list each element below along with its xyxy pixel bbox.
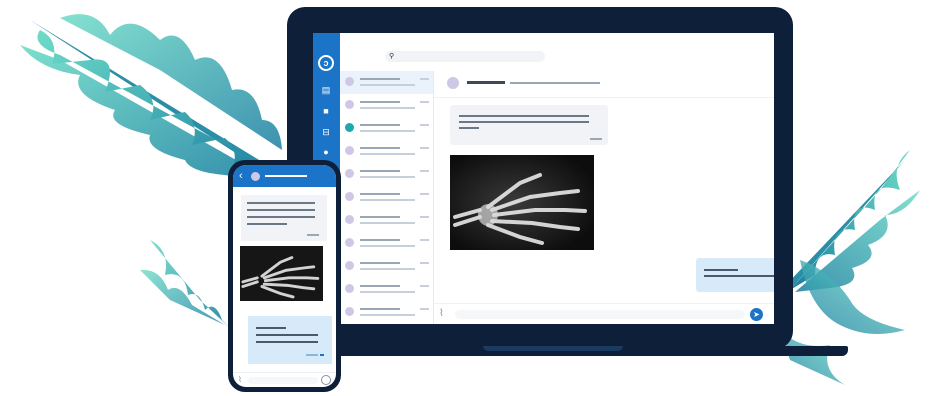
laptop-screen: ↄ ▤ ■ ⊟ ● ⚲ ⌇ ➤ [313, 33, 774, 324]
contact-avatar [345, 100, 354, 109]
send-icon[interactable]: ➤ [750, 308, 763, 321]
name-placeholder [360, 262, 400, 264]
time-placeholder [420, 78, 429, 80]
message-input[interactable] [248, 377, 318, 384]
back-chevron-icon[interactable]: ‹ [239, 169, 243, 183]
name-placeholder [360, 308, 400, 310]
preview-placeholder [360, 199, 415, 201]
time-placeholder [420, 239, 429, 241]
conversation-item[interactable] [340, 163, 433, 186]
conversation-item[interactable] [340, 301, 433, 324]
logo-icon[interactable]: ↄ [318, 55, 334, 71]
emoji-icon[interactable] [321, 375, 331, 385]
contact-avatar[interactable] [251, 172, 260, 181]
contact-avatar [345, 192, 354, 201]
xray-image[interactable] [240, 246, 323, 301]
laptop-notch [483, 346, 623, 351]
name-placeholder [360, 193, 400, 195]
preview-placeholder [360, 107, 415, 109]
preview-placeholder [360, 176, 415, 178]
contact-avatar [345, 123, 354, 132]
contact-name-placeholder [265, 175, 307, 177]
hand-xray-graphic [240, 246, 323, 301]
conversation-item[interactable] [340, 140, 433, 163]
conversation-list [340, 71, 434, 324]
contact-status-placeholder [510, 82, 600, 84]
time-placeholder [420, 170, 429, 172]
outgoing-message [696, 258, 774, 292]
message-input[interactable] [455, 310, 745, 319]
hand-xray-graphic [450, 155, 594, 250]
contact-name-placeholder [467, 81, 505, 84]
phone-header: ‹ [233, 165, 336, 187]
paperclip-icon[interactable]: ⌇ [439, 307, 444, 321]
name-placeholder [360, 239, 400, 241]
inbox-icon[interactable]: ⊟ [321, 127, 331, 137]
phone-screen: ‹ ⌇ [233, 165, 336, 387]
paperclip-icon[interactable]: ⌇ [238, 374, 242, 386]
time-placeholder [420, 124, 429, 126]
top-bar: ⚲ [340, 33, 774, 71]
bell-icon[interactable]: ● [321, 147, 331, 157]
conversation-item[interactable] [340, 255, 433, 278]
contact-avatar [345, 284, 354, 293]
name-placeholder [360, 124, 400, 126]
preview-placeholder [360, 153, 415, 155]
name-placeholder [360, 170, 400, 172]
name-placeholder [360, 78, 400, 80]
document-icon[interactable]: ▤ [321, 85, 331, 95]
time-placeholder [420, 101, 429, 103]
contact-avatar [345, 307, 354, 316]
conversation-item[interactable] [340, 209, 433, 232]
conversation-item[interactable] [340, 117, 433, 140]
contact-avatar [345, 146, 354, 155]
conversation-item[interactable] [340, 232, 433, 255]
name-placeholder [360, 101, 400, 103]
contact-avatar [345, 238, 354, 247]
conversation-item[interactable] [340, 186, 433, 209]
contact-avatar [345, 169, 354, 178]
contact-avatar [345, 215, 354, 224]
xray-image[interactable] [450, 155, 594, 250]
preview-placeholder [360, 314, 415, 316]
conversation-item[interactable] [340, 278, 433, 301]
time-placeholder [420, 285, 429, 287]
message-composer: ⌇ [233, 372, 336, 387]
outgoing-message [248, 316, 332, 364]
divider [434, 97, 774, 98]
preview-placeholder [360, 222, 415, 224]
time-placeholder [420, 193, 429, 195]
time-placeholder [420, 308, 429, 310]
contact-avatar [345, 261, 354, 270]
time-placeholder [420, 262, 429, 264]
incoming-message [241, 195, 327, 241]
conversation-item[interactable] [340, 94, 433, 117]
name-placeholder [360, 147, 400, 149]
message-composer: ⌇ ➤ [434, 303, 774, 324]
name-placeholder [360, 285, 400, 287]
preview-placeholder [360, 291, 415, 293]
name-placeholder [360, 216, 400, 218]
preview-placeholder [360, 84, 415, 86]
incoming-message [450, 105, 608, 145]
left-lower-leaf [140, 240, 230, 328]
contact-avatar [345, 77, 354, 86]
contact-avatar[interactable] [447, 77, 459, 89]
video-icon[interactable]: ■ [321, 106, 331, 116]
preview-placeholder [360, 245, 415, 247]
chat-panel: ⌇ ➤ [434, 71, 774, 324]
preview-placeholder [360, 268, 415, 270]
time-placeholder [420, 147, 429, 149]
preview-placeholder [360, 130, 415, 132]
time-placeholder [420, 216, 429, 218]
search-icon: ⚲ [389, 53, 395, 60]
search-input[interactable]: ⚲ [385, 51, 545, 62]
conversation-item[interactable] [340, 71, 433, 94]
